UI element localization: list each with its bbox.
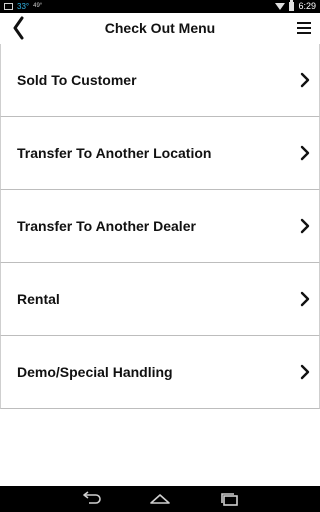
- page-title: Check Out Menu: [104, 20, 216, 36]
- menu-item-rental[interactable]: Rental: [0, 263, 320, 336]
- menu-item-transfer-dealer[interactable]: Transfer To Another Dealer: [0, 190, 320, 263]
- chevron-right-icon: [300, 72, 310, 88]
- nav-home-button[interactable]: [148, 490, 172, 508]
- nav-bar: [0, 486, 320, 512]
- title-bar: Check Out Menu: [0, 13, 320, 45]
- wifi-icon: [275, 3, 286, 10]
- chevron-right-icon: [300, 218, 310, 234]
- battery-icon: [289, 0, 295, 11]
- hamburger-menu-icon-line: [297, 27, 311, 29]
- status-temperature-small: 49°: [33, 3, 43, 9]
- nav-back-button[interactable]: [80, 490, 104, 508]
- screenshot-icon: [4, 3, 13, 10]
- back-button[interactable]: [6, 15, 30, 41]
- menu-item-label: Transfer To Another Location: [17, 145, 212, 161]
- menu-item-label: Demo/Special Handling: [17, 364, 173, 380]
- status-right: 6:29: [275, 0, 316, 13]
- recent-apps-icon: [221, 493, 238, 506]
- menu-item-label: Transfer To Another Dealer: [17, 218, 196, 234]
- status-temperature: 33°: [17, 2, 30, 11]
- status-left: 33° 49°: [4, 0, 42, 13]
- home-icon: [150, 494, 170, 504]
- menu-button[interactable]: [294, 18, 314, 38]
- chevron-right-icon: [300, 145, 310, 161]
- hamburger-menu-icon-line: [297, 22, 311, 24]
- status-time: 6:29: [298, 1, 316, 11]
- menu-item-sold-to-customer[interactable]: Sold To Customer: [0, 44, 320, 117]
- menu-item-transfer-location[interactable]: Transfer To Another Location: [0, 117, 320, 190]
- menu-item-label: Rental: [17, 291, 60, 307]
- chevron-right-icon: [300, 291, 310, 307]
- nav-recent-button[interactable]: [218, 490, 242, 508]
- screen: 33° 49° 6:29 Check Out Menu Sold To Cust…: [0, 0, 320, 512]
- hamburger-menu-icon-line: [297, 32, 311, 34]
- back-arrow-icon: [83, 491, 101, 504]
- status-bar: 33° 49° 6:29: [0, 0, 320, 13]
- chevron-left-icon: [13, 16, 24, 40]
- chevron-right-icon: [300, 364, 310, 380]
- menu-item-label: Sold To Customer: [17, 72, 137, 88]
- menu-item-demo-special-handling[interactable]: Demo/Special Handling: [0, 336, 320, 409]
- menu-list: Sold To Customer Transfer To Another Loc…: [0, 44, 320, 409]
